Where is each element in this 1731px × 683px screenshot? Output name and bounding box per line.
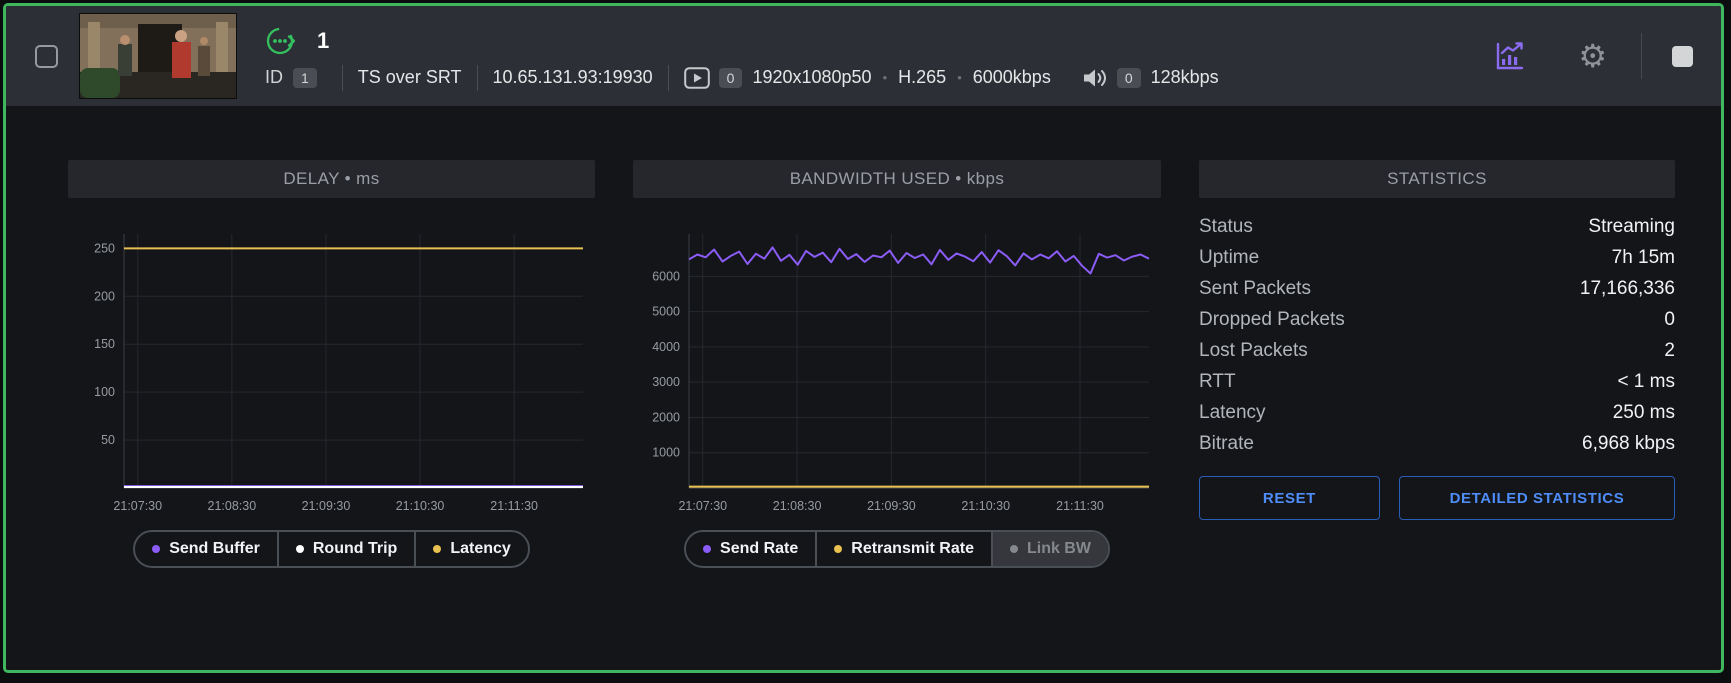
protocol-label: TS over SRT bbox=[358, 67, 462, 88]
statistics-panel: STATISTICS Status Streaming Uptime 7h 15… bbox=[1199, 160, 1675, 568]
video-bitrate: 6000kbps bbox=[973, 67, 1051, 88]
separator bbox=[477, 65, 478, 91]
svg-text:21:07:30: 21:07:30 bbox=[678, 499, 727, 513]
legend-item-link-bw[interactable]: Link BW bbox=[991, 532, 1108, 566]
bandwidth-chart: 1000 2000 3000 4000 5000 6000 21:07:30 21:08:30… bbox=[633, 220, 1161, 520]
video-icon bbox=[684, 67, 710, 89]
stream-address: 10.65.131.93:19930 bbox=[493, 67, 653, 88]
detailed-statistics-button[interactable]: DETAILED STATISTICS bbox=[1399, 476, 1675, 520]
stream-thumbnail[interactable] bbox=[79, 13, 237, 99]
statistics-chart-button[interactable] bbox=[1488, 34, 1532, 78]
dot-separator: • bbox=[957, 70, 962, 85]
svg-text:4000: 4000 bbox=[652, 340, 680, 354]
video-program-badge: 0 bbox=[719, 68, 743, 88]
stream-info: 1 ID 1 TS over SRT 10.65.131.93:19930 0 … bbox=[265, 22, 1219, 91]
separator bbox=[342, 65, 343, 91]
header-divider bbox=[1641, 33, 1642, 79]
thumbnail-image bbox=[80, 14, 236, 98]
stream-dashboard: DELAY • ms 50 100 150 200 250 21:07:30 21:08:3… bbox=[6, 106, 1721, 568]
statistics-rows: Status Streaming Uptime 7h 15m Sent Pack… bbox=[1199, 198, 1675, 459]
svg-text:250: 250 bbox=[94, 241, 115, 255]
separator bbox=[1066, 65, 1067, 91]
delay-legend: Send Buffer Round Trip Latency bbox=[133, 530, 530, 568]
stream-select-checkbox[interactable] bbox=[35, 45, 58, 68]
reset-button[interactable]: RESET bbox=[1199, 476, 1380, 520]
audio-icon bbox=[1082, 67, 1108, 89]
svg-text:21:11:30: 21:11:30 bbox=[1056, 499, 1104, 513]
stream-header: 1 ID 1 TS over SRT 10.65.131.93:19930 0 … bbox=[6, 6, 1721, 106]
gear-icon: ⚙ bbox=[1578, 40, 1607, 72]
stream-number: 1 bbox=[317, 28, 329, 54]
retransmit-rate-dot-icon bbox=[834, 545, 842, 553]
audio-bitrate: 128kbps bbox=[1151, 67, 1219, 88]
stop-button[interactable] bbox=[1672, 46, 1693, 67]
svg-text:50: 50 bbox=[101, 433, 115, 447]
stat-row-lost-packets: Lost Packets 2 bbox=[1199, 335, 1675, 366]
svg-text:2000: 2000 bbox=[652, 410, 680, 424]
video-format: 1920x1080p50 bbox=[752, 67, 871, 88]
stat-row-bitrate: Bitrate 6,968 kbps bbox=[1199, 428, 1675, 459]
bandwidth-panel-title: BANDWIDTH USED • kbps bbox=[633, 160, 1161, 198]
send-buffer-dot-icon bbox=[152, 545, 160, 553]
delay-panel: DELAY • ms 50 100 150 200 250 21:07:30 21:08:3… bbox=[68, 160, 595, 568]
stream-monitor-card: 1 ID 1 TS over SRT 10.65.131.93:19930 0 … bbox=[3, 3, 1724, 673]
svg-text:21:11:30: 21:11:30 bbox=[490, 499, 538, 513]
round-trip-dot-icon bbox=[296, 545, 304, 553]
svg-text:21:08:30: 21:08:30 bbox=[773, 499, 822, 513]
svg-text:1000: 1000 bbox=[652, 446, 680, 460]
statistics-panel-title: STATISTICS bbox=[1199, 160, 1675, 198]
id-badge: 1 bbox=[293, 68, 317, 88]
header-actions: ⚙ bbox=[1488, 33, 1721, 79]
svg-text:21:10:30: 21:10:30 bbox=[396, 499, 445, 513]
id-label: ID bbox=[265, 67, 283, 88]
stat-row-sent-packets: Sent Packets 17,166,336 bbox=[1199, 273, 1675, 304]
audio-track-badge: 0 bbox=[1117, 68, 1141, 88]
svg-text:100: 100 bbox=[94, 385, 115, 399]
stat-row-rtt: RTT < 1 ms bbox=[1199, 366, 1675, 397]
svg-text:150: 150 bbox=[94, 337, 115, 351]
delay-chart: 50 100 150 200 250 21:07:30 21:08:30 21:09:30 21… bbox=[68, 220, 595, 520]
bandwidth-panel: BANDWIDTH USED • kbps 1000 2000 3000 4000 50… bbox=[633, 160, 1161, 568]
stat-row-latency: Latency 250 ms bbox=[1199, 397, 1675, 428]
svg-text:5000: 5000 bbox=[652, 305, 680, 319]
svg-text:6000: 6000 bbox=[652, 269, 680, 283]
svg-text:21:09:30: 21:09:30 bbox=[302, 499, 351, 513]
streaming-status-icon bbox=[265, 26, 295, 56]
legend-item-latency[interactable]: Latency bbox=[414, 532, 527, 566]
stat-row-uptime: Uptime 7h 15m bbox=[1199, 242, 1675, 273]
latency-dot-icon bbox=[433, 545, 441, 553]
legend-item-send-rate[interactable]: Send Rate bbox=[686, 532, 815, 566]
legend-item-send-buffer[interactable]: Send Buffer bbox=[135, 532, 277, 566]
svg-text:21:07:30: 21:07:30 bbox=[113, 499, 162, 513]
legend-item-retransmit-rate[interactable]: Retransmit Rate bbox=[815, 532, 991, 566]
link-bw-dot-icon bbox=[1010, 545, 1018, 553]
settings-button[interactable]: ⚙ bbox=[1574, 36, 1611, 76]
svg-text:21:10:30: 21:10:30 bbox=[961, 499, 1010, 513]
delay-panel-title: DELAY • ms bbox=[68, 160, 595, 198]
bandwidth-legend: Send Rate Retransmit Rate Link BW bbox=[684, 530, 1110, 568]
statistics-buttons: RESET DETAILED STATISTICS bbox=[1199, 476, 1675, 520]
legend-item-round-trip[interactable]: Round Trip bbox=[277, 532, 414, 566]
stat-row-status: Status Streaming bbox=[1199, 211, 1675, 242]
separator bbox=[668, 65, 669, 91]
svg-text:200: 200 bbox=[94, 289, 115, 303]
chart-icon bbox=[1492, 38, 1528, 74]
svg-text:3000: 3000 bbox=[652, 375, 680, 389]
svg-text:21:09:30: 21:09:30 bbox=[867, 499, 916, 513]
send-rate-dot-icon bbox=[703, 545, 711, 553]
dot-separator: • bbox=[883, 70, 888, 85]
stat-row-dropped-packets: Dropped Packets 0 bbox=[1199, 304, 1675, 335]
svg-text:21:08:30: 21:08:30 bbox=[208, 499, 257, 513]
video-codec: H.265 bbox=[898, 67, 946, 88]
